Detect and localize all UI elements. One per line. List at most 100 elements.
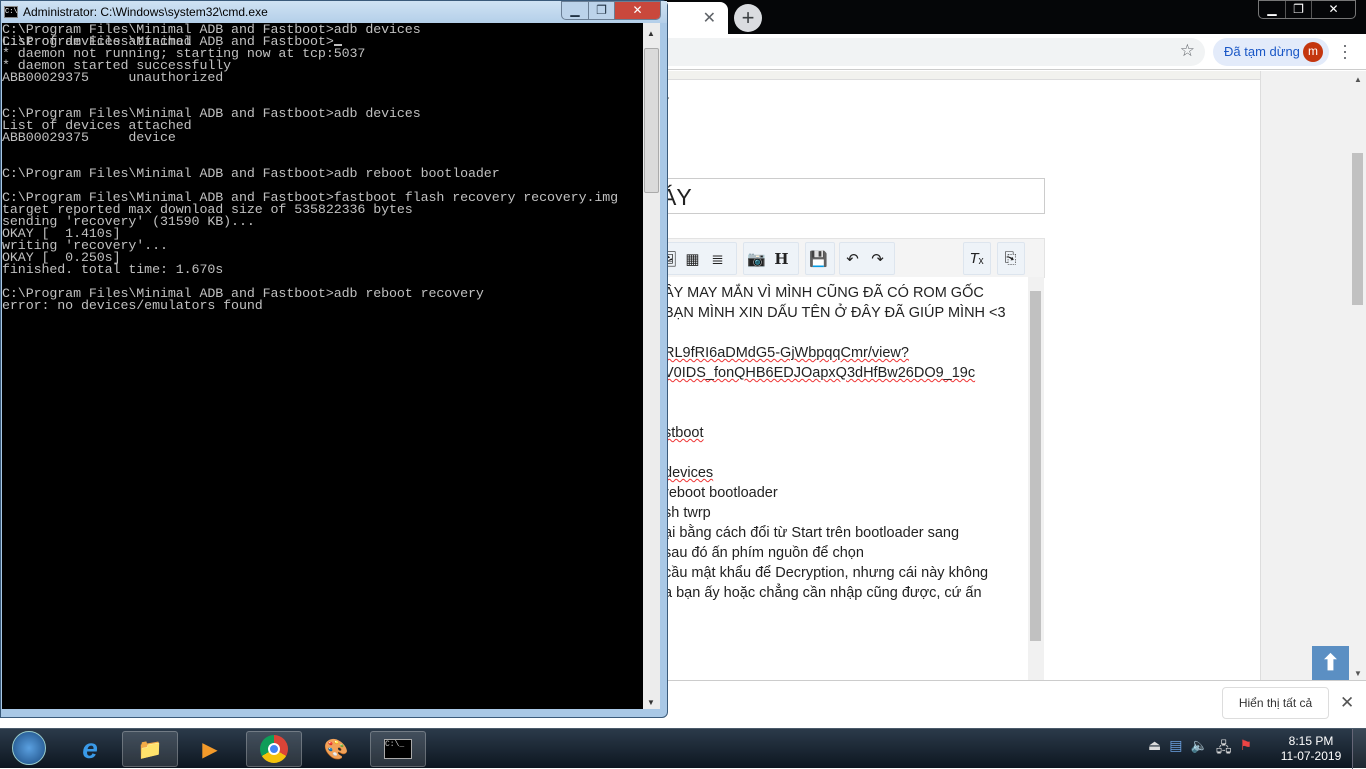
volume-icon[interactable]: 🔈	[1190, 737, 1207, 761]
taskbar-media-player[interactable]: ▶	[182, 731, 238, 767]
internet-explorer-icon: e	[82, 733, 98, 764]
tab-close-icon[interactable]: ✕	[703, 8, 716, 28]
action-center-flag-icon[interactable]: ⚑	[1240, 737, 1253, 761]
page-scrollbar[interactable]: ▲ ▼	[1350, 71, 1366, 680]
taskbar: e 📁 ▶ 🎨 C:\_ ⏏ ▤ 🔈 🖧 ⚑ 8:15 PM 11-07-2019	[0, 728, 1366, 769]
save-icon[interactable]: 💾	[806, 250, 831, 268]
editor-line-text: devices	[664, 465, 714, 481]
editor-line-text: stboot	[664, 425, 704, 441]
address-bar[interactable]: ☆	[600, 38, 1205, 66]
editor-line: sh twrp	[664, 503, 1028, 523]
sync-paused-button[interactable]: Đã tạm dừng m	[1213, 38, 1329, 66]
taskbar-file-explorer[interactable]: 📁	[122, 731, 178, 767]
chrome-menu-icon[interactable]: · · ·	[1340, 36, 1350, 66]
taskbar-cmd[interactable]: C:\_	[370, 731, 426, 767]
clock-time: 8:15 PM	[1288, 734, 1334, 748]
start-button[interactable]	[4, 731, 54, 767]
cmd-close-button[interactable]: ✕	[614, 2, 660, 19]
camera-icon[interactable]: 📷	[744, 250, 769, 268]
editor-line: ÂY MAY MẮN VÌ MÌNH CŨNG ĐÃ CÓ ROM GỐC	[664, 283, 1028, 303]
editor-line: V0IDS_fonQHB6EDJOapxQ3dHfBw26DO9_19c	[664, 363, 1028, 383]
download-bar-close-icon[interactable]: ✕	[1340, 693, 1354, 713]
clock-date: 11-07-2019	[1280, 749, 1342, 763]
editor-line-text: a bạn ấy hoặc chẳng cần nhập cũng được, …	[664, 585, 982, 601]
editor-line: reboot bootloader	[664, 483, 1028, 503]
editor-line-text: BẠN MÌNH XIN DẤU TÊN Ở ĐÂY ĐÃ GIÚP MÌNH …	[664, 305, 1006, 321]
editor-line: devices	[664, 463, 1028, 483]
console-output[interactable]: C:\Program Files\Minimal ADB and Fastboo…	[2, 23, 643, 709]
editor-scrollbar[interactable]	[1028, 277, 1044, 681]
heading-icon[interactable]: H	[769, 250, 794, 268]
system-tray: ⏏ ▤ 🔈 🖧 ⚑	[1148, 737, 1252, 761]
cmd-scrollbar[interactable]: ▲ ▼	[643, 23, 660, 709]
scroll-to-top-button[interactable]: ⬆	[1312, 646, 1349, 681]
console-line: finished. total time: 1.670s	[2, 263, 224, 278]
windows-logo-icon	[12, 731, 46, 765]
editor-line: a bạn ấy hoặc chẳng cần nhập cũng được, …	[664, 583, 1028, 603]
editor-line-text: V0IDS_fonQHB6EDJOapxQ3dHfBw26DO9_19c	[664, 365, 976, 381]
cmd-title: Administrator: C:\Windows\system32\cmd.e…	[23, 5, 268, 19]
show-desktop-button[interactable]	[1352, 729, 1366, 769]
tray-app-icon[interactable]: ▤	[1169, 737, 1182, 761]
cmd-icon: C:\	[4, 6, 18, 18]
editor-line-text: sh twrp	[664, 505, 711, 521]
restore-button[interactable]: ❐	[1285, 1, 1311, 18]
show-all-downloads-button[interactable]: Hiển thị tất cả	[1222, 687, 1329, 719]
editor-line-text: cầu mật khẩu để Decryption, nhưng cái nà…	[664, 565, 989, 581]
editor-line-text: ÂY MAY MẮN VÌ MÌNH CŨNG ĐÃ CÓ ROM GỐC	[664, 285, 984, 301]
page-side-area	[1260, 71, 1350, 680]
source-icon[interactable]: ⎘	[998, 250, 1023, 267]
editor-line-text: RL9fRI6aDMdG5-GjWbpqqCmr/view?	[664, 345, 909, 361]
close-button[interactable]: ✕	[1311, 1, 1355, 18]
video-icon[interactable]: ▦	[680, 250, 705, 268]
editor-line-text: reboot bootloader	[664, 485, 778, 501]
folder-icon: 📁	[137, 738, 163, 761]
taskbar-chrome[interactable]	[246, 731, 302, 767]
taskbar-internet-explorer[interactable]: e	[62, 731, 118, 767]
minimize-button[interactable]: ▁	[1259, 1, 1285, 18]
console-prompt: C:\Program Files\Minimal ADB and Fastboo…	[2, 35, 334, 50]
cmd-window-controls: ▁ ❐ ✕	[561, 1, 661, 20]
cmd-titlebar[interactable]: C:\ Administrator: C:\Windows\system32\c…	[1, 1, 667, 23]
sync-paused-label: Đã tạm dừng	[1224, 44, 1300, 59]
editor-line: stboot	[664, 423, 1028, 443]
insert-text-icon[interactable]: ≣	[705, 250, 730, 268]
console-line: C:\Program Files\Minimal ADB and Fastboo…	[2, 167, 500, 182]
paint-icon: 🎨	[323, 738, 349, 761]
media-player-icon: ▶	[202, 738, 218, 761]
cmd-taskbar-icon: C:\_	[384, 739, 412, 759]
editor-line: ại bằng cách đổi từ Start trên bootloade…	[664, 523, 1028, 543]
new-tab-button[interactable]: +	[734, 4, 762, 32]
network-icon[interactable]: 🖧	[1216, 737, 1232, 761]
clear-format-icon[interactable]: Tₓ	[964, 250, 989, 267]
redo-icon[interactable]: ↷	[865, 250, 890, 268]
text-cursor	[333, 44, 342, 46]
editor-line-text: ại bằng cách đổi từ Start trên bootloade…	[664, 525, 960, 541]
console-line: error: no devices/emulators found	[2, 299, 263, 314]
editor-line: sau đó ấn phím nguồn để chọn	[664, 543, 1028, 563]
undo-icon[interactable]: ↶	[840, 250, 865, 268]
cmd-minimize-button[interactable]: ▁	[562, 2, 588, 19]
web-page: ▲▼ Y ÁY ☰ ☺🖼▦≣ 📷H 💾 ↶↷ Tₓ ⎘ ÂY MAY MẮN V…	[600, 71, 1366, 681]
editor-line: RL9fRI6aDMdG5-GjWbpqqCmr/view?	[664, 343, 1028, 363]
chrome-window-controls: ▁ ❐ ✕	[1258, 0, 1356, 19]
usb-safely-remove-icon[interactable]: ⏏	[1148, 737, 1161, 761]
bookmark-star-icon[interactable]: ☆	[1180, 41, 1195, 61]
editor-line: BẠN MÌNH XIN DẤU TÊN Ở ĐÂY ĐÃ GIÚP MÌNH …	[664, 303, 1028, 323]
console-line: ABB00029375 unauthorized	[2, 71, 224, 86]
avatar: m	[1303, 42, 1323, 62]
clock[interactable]: 8:15 PM 11-07-2019	[1278, 734, 1344, 764]
taskbar-paint[interactable]: 🎨	[308, 731, 364, 767]
page-header-strip	[600, 71, 1260, 80]
cmd-window: C:\ Administrator: C:\Windows\system32\c…	[0, 0, 668, 718]
console-prompt-line: C:\Program Files\Minimal ADB and Fastboo…	[2, 35, 643, 50]
chrome-icon	[260, 735, 288, 763]
editor-line-text: sau đó ấn phím nguồn để chọn	[664, 545, 864, 561]
cmd-restore-button[interactable]: ❐	[588, 2, 614, 19]
